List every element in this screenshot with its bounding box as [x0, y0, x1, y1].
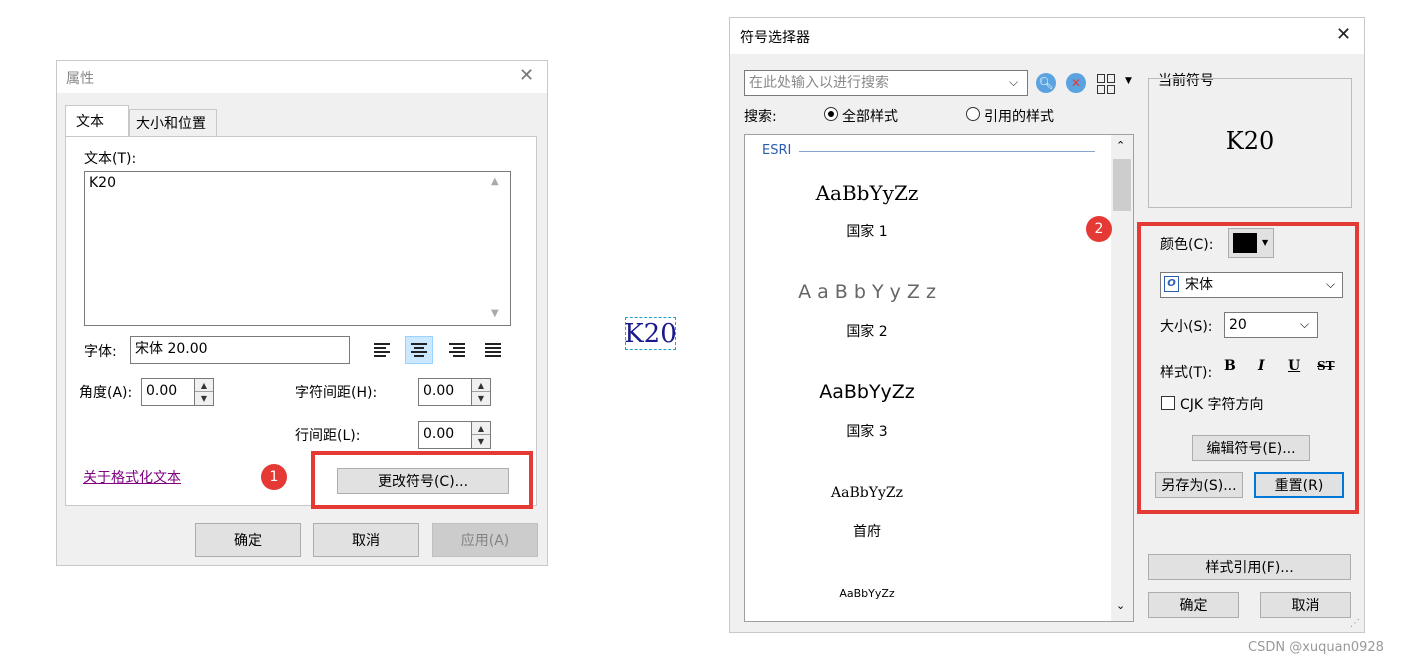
font-label: 字体:: [84, 344, 117, 360]
color-dropdown-icon: ▼: [1262, 238, 1269, 247]
font-select[interactable]: 宋体: [1160, 272, 1343, 298]
search-icon[interactable]: 🔍︎: [1036, 73, 1056, 93]
search-input[interactable]: 在此处输入以进行搜索: [744, 70, 1028, 96]
apply-button[interactable]: 应用(A): [432, 523, 538, 557]
radio-referenced-styles-label: 引用的样式: [984, 109, 1054, 125]
gallery-scrollbar[interactable]: ⌃ ⌄: [1111, 135, 1133, 621]
search-dropdown-icon[interactable]: ⌵: [1009, 75, 1018, 90]
current-symbol-preview: K20: [1148, 78, 1352, 208]
style-sample[interactable]: AaBbYyZz: [767, 485, 967, 501]
cjk-checkbox[interactable]: [1161, 396, 1175, 410]
search-label: 搜索:: [744, 109, 777, 125]
view-options-dropdown-icon[interactable]: ▼: [1125, 76, 1132, 86]
align-justify-icon[interactable]: [479, 336, 507, 364]
italic-button[interactable]: I: [1258, 358, 1265, 374]
close-icon[interactable]: ✕: [1336, 24, 1351, 45]
tab-size-position[interactable]: 大小和位置: [129, 109, 217, 137]
font-field[interactable]: 宋体 20.00: [130, 336, 350, 364]
align-center-icon[interactable]: [405, 336, 433, 364]
style-sample[interactable]: AaBbYyZz: [767, 381, 967, 403]
properties-titlebar: 属性 ✕: [57, 61, 547, 93]
tab-text-label: 文本: [76, 114, 104, 130]
style-sample[interactable]: A a B b Y y Z z: [767, 281, 967, 303]
style-sample[interactable]: AaBbYyZz: [767, 181, 967, 205]
view-options-icon[interactable]: [1097, 74, 1117, 94]
radio-referenced-styles[interactable]: [966, 107, 980, 121]
scroll-down-icon[interactable]: ▼: [491, 308, 499, 319]
style-name: 首府: [853, 524, 881, 540]
selector-ok-button[interactable]: 确定: [1148, 592, 1239, 618]
bold-button[interactable]: B: [1224, 358, 1236, 374]
step-badge-1: 1: [261, 464, 287, 490]
style-label: 样式(T):: [1160, 365, 1213, 381]
style-name: 国家 1: [846, 224, 888, 240]
ok-button[interactable]: 确定: [195, 523, 301, 557]
save-as-button[interactable]: 另存为(S)...: [1155, 472, 1243, 498]
angle-label: 角度(A):: [79, 385, 133, 401]
style-name: 国家 3: [846, 424, 888, 440]
font-select-value: 宋体: [1185, 277, 1213, 293]
selector-cancel-button[interactable]: 取消: [1260, 592, 1351, 618]
color-label: 颜色(C):: [1160, 237, 1214, 253]
selector-titlebar: 符号选择器 ✕: [730, 18, 1364, 54]
text-area[interactable]: K20 ▲ ▼: [84, 171, 511, 326]
char-spacing-label: 字符间距(H):: [295, 385, 378, 401]
align-left-icon[interactable]: [368, 336, 396, 364]
line-spacing-field[interactable]: 0.00: [418, 421, 472, 449]
angle-spinner[interactable]: ▲ ▼: [194, 378, 214, 406]
color-swatch: [1233, 233, 1257, 253]
style-gallery[interactable]: ESRI AaBbYyZz 国家 1 A a B b Y y Z z 国家 2 …: [744, 134, 1134, 622]
char-spacing-spinner[interactable]: ▲ ▼: [471, 378, 491, 406]
strikethrough-button[interactable]: ST: [1317, 359, 1335, 373]
font-type-icon: O: [1164, 276, 1179, 292]
cjk-checkbox-label: CJK 字符方向: [1180, 397, 1264, 413]
step-badge-2: 2: [1086, 216, 1112, 242]
properties-dialog: 属性 ✕ 文本 大小和位置 文本(T): K20 ▲ ▼ 字体: 宋体 20.0…: [56, 60, 548, 566]
radio-all-styles-label: 全部样式: [842, 109, 898, 125]
close-icon[interactable]: ✕: [519, 65, 534, 86]
map-text-preview-label: K20: [624, 318, 677, 349]
style-reference-button[interactable]: 样式引用(F)...: [1148, 554, 1351, 580]
scroll-up-icon[interactable]: ⌃: [1116, 139, 1125, 152]
change-symbol-button[interactable]: 更改符号(C)...: [337, 468, 509, 494]
group-header-esri: ESRI: [762, 143, 792, 158]
font-dropdown-icon: ⌵: [1326, 277, 1336, 291]
tab-size-position-label: 大小和位置: [136, 116, 206, 132]
watermark: CSDN @xuquan0928: [1248, 640, 1384, 655]
scroll-thumb[interactable]: [1113, 159, 1131, 211]
align-right-icon[interactable]: [443, 336, 471, 364]
scroll-up-icon[interactable]: ▲: [491, 176, 499, 187]
format-text-link[interactable]: 关于格式化文本: [83, 467, 181, 487]
clear-search-icon[interactable]: ✕: [1066, 73, 1086, 93]
cancel-button[interactable]: 取消: [313, 523, 419, 557]
size-label: 大小(S):: [1160, 319, 1213, 335]
scroll-down-icon[interactable]: ⌄: [1116, 599, 1125, 612]
properties-title: 属性: [66, 71, 94, 87]
style-name: 国家 2: [846, 324, 888, 340]
angle-field[interactable]: 0.00: [141, 378, 195, 406]
group-header-line: [799, 151, 1095, 152]
edit-symbol-button[interactable]: 编辑符号(E)...: [1192, 435, 1310, 461]
line-spacing-label: 行间距(L):: [295, 428, 361, 444]
symbol-selector-dialog: 符号选择器 ✕ 在此处输入以进行搜索 ⌵ 🔍︎ ✕ ▼ 搜索: 全部样式 引用的…: [729, 17, 1365, 633]
color-picker[interactable]: ▼: [1228, 228, 1274, 258]
current-symbol-text: K20: [1225, 127, 1275, 155]
text-label: 文本(T):: [84, 151, 137, 167]
selector-title: 符号选择器: [740, 30, 810, 46]
char-spacing-field[interactable]: 0.00: [418, 378, 472, 406]
underline-button[interactable]: U: [1288, 358, 1300, 374]
style-sample[interactable]: AaBbYyZz: [767, 587, 967, 600]
text-area-value: K20: [89, 175, 116, 191]
resize-grip-icon[interactable]: ⋰: [1350, 618, 1360, 629]
tab-text[interactable]: 文本: [65, 105, 129, 137]
line-spacing-spinner[interactable]: ▲ ▼: [471, 421, 491, 449]
size-dropdown-icon: ⌵: [1300, 317, 1310, 331]
map-text-preview[interactable]: K20: [624, 317, 677, 350]
radio-all-styles[interactable]: [824, 107, 838, 121]
reset-button[interactable]: 重置(R): [1254, 472, 1344, 498]
